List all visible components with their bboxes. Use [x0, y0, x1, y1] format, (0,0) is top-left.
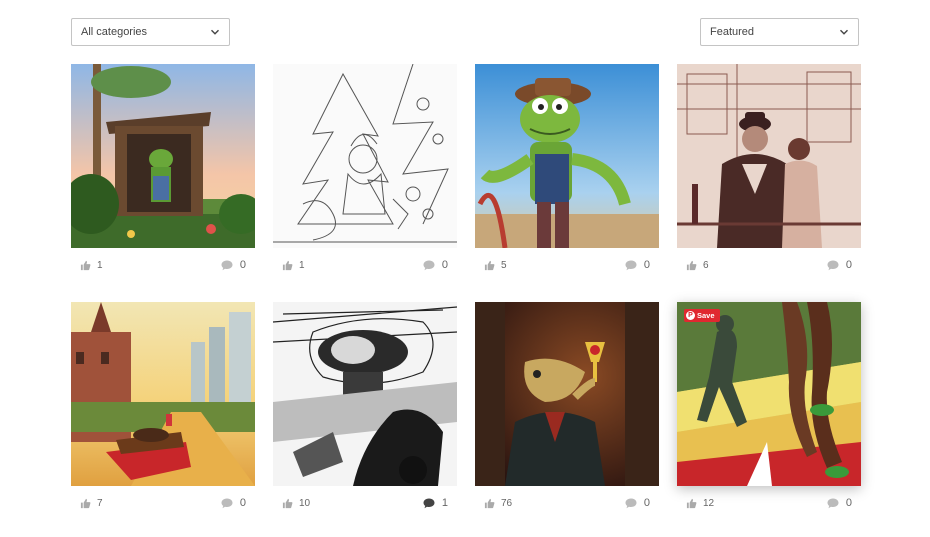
like-count[interactable]: 6 — [686, 260, 709, 271]
speech-bubble-icon — [625, 260, 637, 270]
comment-count[interactable]: 1 — [423, 497, 448, 509]
project-thumbnail[interactable] — [273, 302, 457, 486]
thumbs-up-icon — [80, 260, 91, 271]
speech-bubble-icon — [827, 260, 839, 270]
project-stats: 12 0 — [677, 496, 861, 516]
like-count[interactable]: 10 — [282, 498, 310, 509]
comment-count[interactable]: 0 — [827, 497, 852, 509]
project-stats: 76 0 — [475, 496, 659, 516]
project-card: 7 0 — [71, 302, 255, 516]
thumbs-up-icon — [686, 498, 697, 509]
project-thumbnail[interactable] — [71, 64, 255, 248]
thumbs-up-icon — [282, 498, 293, 509]
like-count[interactable]: 1 — [80, 260, 103, 271]
speech-bubble-icon — [221, 260, 233, 270]
artwork-image — [273, 64, 457, 248]
like-count[interactable]: 7 — [80, 498, 103, 509]
speech-bubble-icon — [423, 498, 435, 508]
project-card: 10 1 — [273, 302, 457, 516]
project-stats: 5 0 — [475, 258, 659, 278]
project-thumbnail[interactable] — [71, 302, 255, 486]
artwork-image — [71, 302, 255, 486]
pinterest-save-button[interactable]: P Save — [684, 309, 720, 322]
project-thumbnail[interactable] — [475, 302, 659, 486]
sort-dropdown[interactable]: Featured — [700, 18, 859, 46]
speech-bubble-icon — [221, 498, 233, 508]
category-dropdown[interactable]: All categories — [71, 18, 230, 46]
like-count[interactable]: 1 — [282, 260, 305, 271]
project-card: 1 0 — [71, 64, 255, 278]
chevron-down-icon — [211, 29, 219, 35]
project-thumbnail[interactable] — [273, 64, 457, 248]
chevron-down-icon — [840, 29, 848, 35]
artwork-image — [677, 64, 861, 248]
category-dropdown-value: All categories — [81, 26, 148, 38]
artwork-image — [273, 302, 457, 486]
project-card: 6 0 — [677, 64, 861, 278]
thumbs-up-icon — [282, 260, 293, 271]
artwork-image — [475, 64, 659, 248]
project-card: 76 0 — [475, 302, 659, 516]
comment-count[interactable]: 0 — [827, 259, 852, 271]
comment-count[interactable]: 0 — [423, 259, 448, 271]
comment-count[interactable]: 0 — [221, 259, 246, 271]
pinterest-icon: P — [686, 311, 695, 320]
speech-bubble-icon — [625, 498, 637, 508]
project-thumbnail[interactable] — [677, 64, 861, 248]
artwork-image — [677, 302, 861, 486]
project-card: 5 0 — [475, 64, 659, 278]
project-thumbnail[interactable]: P Save — [677, 302, 861, 486]
like-count[interactable]: 5 — [484, 260, 507, 271]
comment-count[interactable]: 0 — [221, 497, 246, 509]
speech-bubble-icon — [827, 498, 839, 508]
speech-bubble-icon — [423, 260, 435, 270]
project-stats: 10 1 — [273, 496, 457, 516]
sort-dropdown-value: Featured — [710, 26, 755, 38]
thumbs-up-icon — [484, 260, 495, 271]
thumbs-up-icon — [484, 498, 495, 509]
project-card: 1 0 — [273, 64, 457, 278]
project-thumbnail[interactable] — [475, 64, 659, 248]
artwork-image — [71, 64, 255, 248]
project-stats: 6 0 — [677, 258, 861, 278]
like-count[interactable]: 76 — [484, 498, 512, 509]
project-card: P Save 12 0 — [677, 302, 861, 516]
like-count[interactable]: 12 — [686, 498, 714, 509]
project-stats: 1 0 — [273, 258, 457, 278]
project-stats: 7 0 — [71, 496, 255, 516]
project-stats: 1 0 — [71, 258, 255, 278]
artwork-image — [475, 302, 659, 486]
comment-count[interactable]: 0 — [625, 259, 650, 271]
comment-count[interactable]: 0 — [625, 497, 650, 509]
thumbs-up-icon — [80, 498, 91, 509]
thumbs-up-icon — [686, 260, 697, 271]
